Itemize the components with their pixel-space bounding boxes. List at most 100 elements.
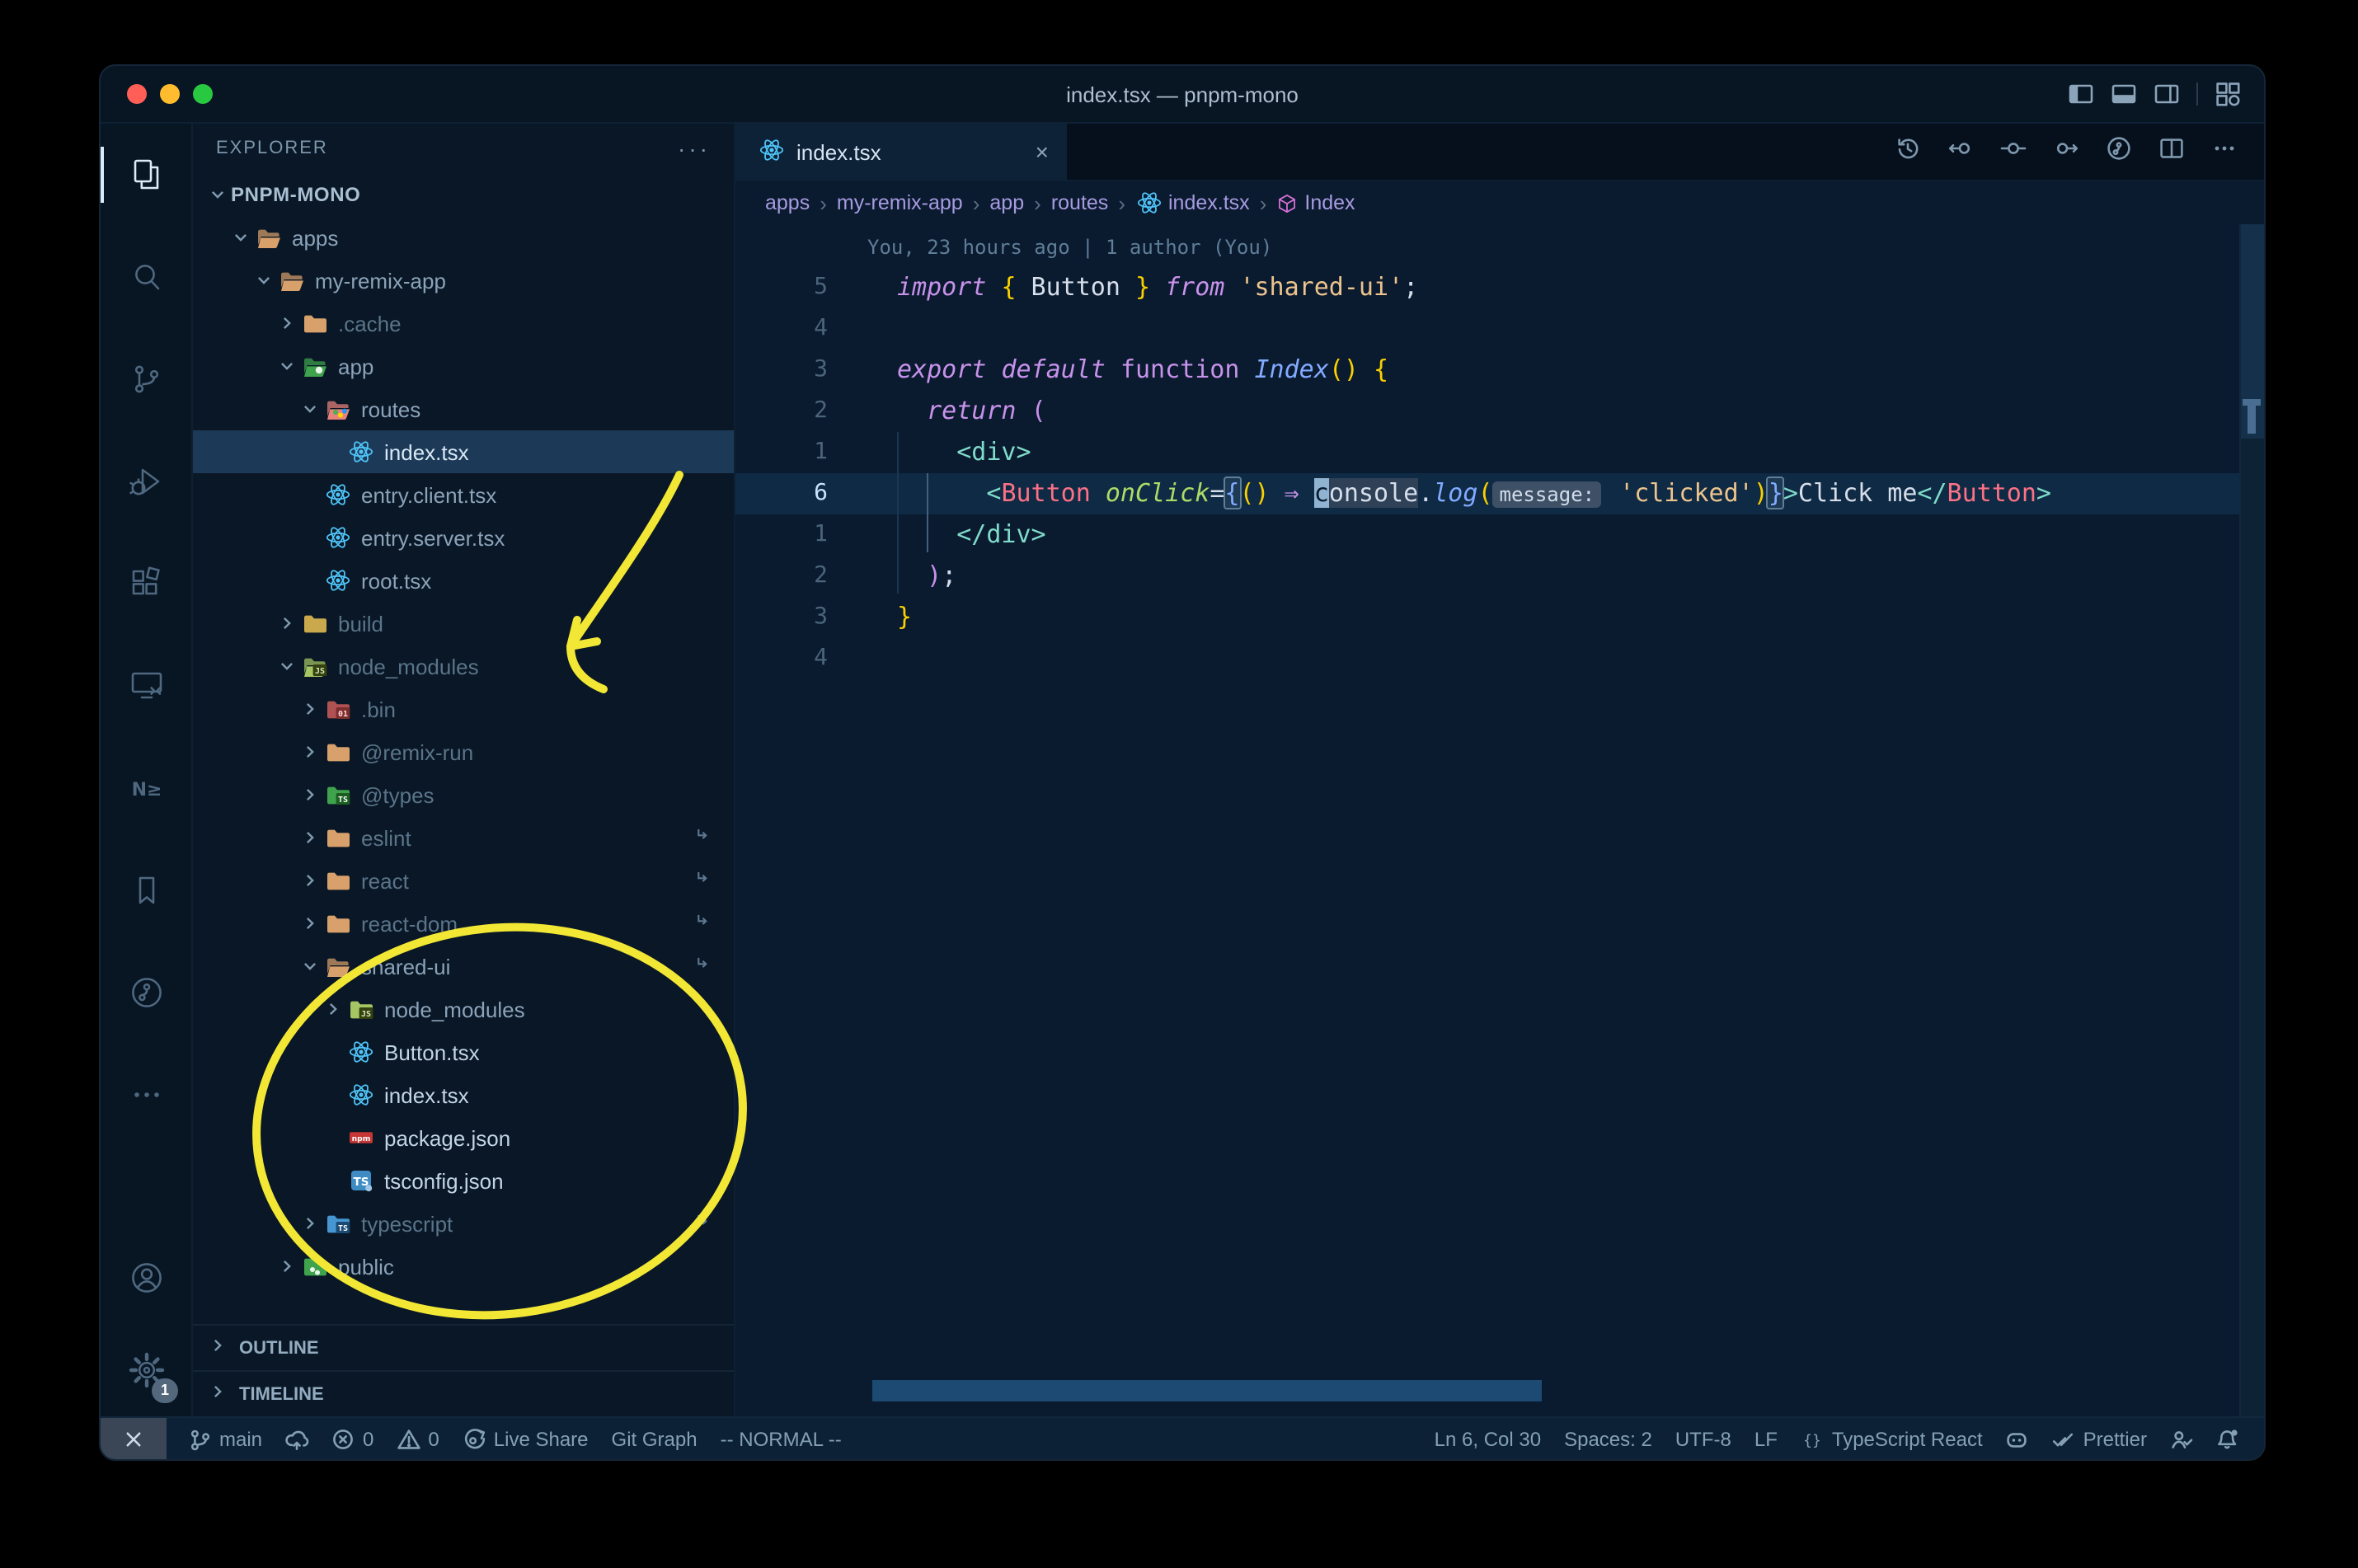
tree-item-root.tsx[interactable]: root.tsx	[193, 559, 734, 602]
tree-item-index.tsx[interactable]: index.tsx	[193, 430, 734, 473]
activity-explorer-icon[interactable]	[101, 124, 191, 226]
svg-text:{}: {}	[1803, 1431, 1821, 1448]
tree-item-my-remix-app[interactable]: my-remix-app	[193, 259, 734, 302]
line-number: 5	[814, 274, 828, 300]
code-line[interactable]: 1 <div>	[735, 432, 2264, 473]
next-change-icon[interactable]	[2053, 134, 2079, 169]
status-lf[interactable]: LF	[1743, 1418, 1789, 1459]
close-tab-icon[interactable]: ×	[1036, 138, 1049, 165]
git-graph-circle-icon[interactable]	[2106, 134, 2132, 169]
tree-item-.bin[interactable]: 01 .bin	[193, 688, 734, 730]
code-line[interactable]: 2 );	[735, 556, 2264, 597]
folder-icon	[323, 739, 351, 765]
activity-bookmarks-icon[interactable]	[101, 839, 191, 941]
activity-search-icon[interactable]	[101, 226, 191, 328]
code-line[interactable]: 3 export default function Index() {	[735, 350, 2264, 391]
tree-item-app[interactable]: app	[193, 345, 734, 387]
tree-item-PNPM-MONO[interactable]: PNPM-MONO	[193, 173, 734, 216]
tree-item-node_modules[interactable]: JS node_modules	[193, 645, 734, 688]
status-git-graph[interactable]: Git Graph	[600, 1418, 709, 1459]
layout-grid-icon[interactable]	[2215, 81, 2241, 107]
activity-account-icon[interactable]	[101, 1232, 191, 1324]
tree-item-shared-ui[interactable]: shared-ui	[193, 945, 734, 988]
tree-item-@types[interactable]: TS @types	[193, 773, 734, 816]
code-line[interactable]: 5 import { Button } from 'shared-ui';	[735, 267, 2264, 308]
horizontal-scrollbar[interactable]	[872, 1380, 1542, 1401]
tree-item-node_modules[interactable]: JS node_modules	[193, 988, 734, 1030]
activity-source-control-icon[interactable]	[101, 328, 191, 430]
code-editor[interactable]: You, 23 hours ago | 1 author (You) 5 impo…	[735, 224, 2264, 1416]
brackets-icon: {}	[1801, 1427, 1824, 1450]
tree-item-label: routes	[361, 397, 421, 421]
timeline-section[interactable]: TIMELINE	[193, 1370, 734, 1416]
activity-extensions-icon[interactable]	[101, 533, 191, 635]
line-number: 2	[814, 562, 828, 589]
code-line-current[interactable]: 6 <Button onClick={() ⇒ console.log(mess…	[735, 473, 2264, 514]
status-prettier[interactable]: Prettier	[2041, 1418, 2158, 1459]
status-utf-8[interactable]: UTF-8	[1664, 1418, 1743, 1459]
status-0[interactable]: 0	[320, 1418, 385, 1459]
tab-index-tsx[interactable]: index.tsx ×	[735, 124, 1067, 180]
layout-sidebar-right-icon[interactable]	[2154, 81, 2180, 107]
split-editor-icon[interactable]	[2158, 134, 2185, 169]
tree-item-react-dom[interactable]: react-dom	[193, 902, 734, 945]
explorer-more-actions-icon[interactable]: ···	[678, 135, 711, 162]
layout-panel-icon[interactable]	[2111, 81, 2137, 107]
folder-icon: JS	[346, 996, 374, 1022]
tree-item-@remix-run[interactable]: @remix-run	[193, 730, 734, 773]
status-remote[interactable]	[101, 1418, 167, 1459]
chevron-right-icon	[297, 826, 323, 849]
code-line[interactable]: 4	[735, 638, 2264, 679]
tree-item-.cache[interactable]: .cache	[193, 302, 734, 345]
tree-item-react[interactable]: react	[193, 859, 734, 902]
tree-item-routes[interactable]: routes	[193, 387, 734, 430]
status-0[interactable]: 0	[385, 1418, 450, 1459]
tree-item-typescript[interactable]: TS typescript	[193, 1202, 734, 1245]
breadcrumb-item-Index[interactable]: Index	[1276, 191, 1355, 214]
status-copilot[interactable]	[1994, 1418, 2041, 1459]
tree-item-index.tsx[interactable]: index.tsx	[193, 1073, 734, 1116]
tree-item-entry.client.tsx[interactable]: entry.client.tsx	[193, 473, 734, 516]
activity-settings-icon[interactable]: 1	[101, 1324, 191, 1416]
breadcrumb-item-app[interactable]: app	[989, 191, 1024, 214]
activity-more-icon[interactable]	[101, 1044, 191, 1146]
status-bell-dot[interactable]	[2205, 1418, 2251, 1459]
tree-item-entry.server.tsx[interactable]: entry.server.tsx	[193, 516, 734, 559]
activity-git-graph-icon[interactable]	[101, 941, 191, 1044]
tree-item-apps[interactable]: apps	[193, 216, 734, 259]
code-line[interactable]: 2 return (	[735, 391, 2264, 432]
code-line[interactable]: 1 </div>	[735, 514, 2264, 556]
tree-item-public[interactable]: public	[193, 1245, 734, 1288]
tree-item-Button.tsx[interactable]: Button.tsx	[193, 1030, 734, 1073]
activity-run-debug-icon[interactable]	[101, 430, 191, 533]
tree-item-build[interactable]: build	[193, 602, 734, 645]
status-cloud-upload[interactable]	[274, 1418, 320, 1459]
history-icon[interactable]	[1895, 134, 1921, 169]
breadcrumb-item-my-remix-app[interactable]: my-remix-app	[837, 191, 963, 214]
commit-icon[interactable]	[2000, 134, 2027, 169]
more-icon[interactable]	[2211, 134, 2238, 169]
code-line[interactable]: 4	[735, 308, 2264, 350]
prev-change-icon[interactable]	[1947, 134, 1974, 169]
status-person-check[interactable]	[2158, 1418, 2205, 1459]
status-main[interactable]: main	[176, 1418, 274, 1459]
breadcrumb-item-apps[interactable]: apps	[765, 191, 810, 214]
svg-text:JS: JS	[314, 667, 324, 676]
minimap[interactable]	[2239, 224, 2264, 1416]
status-typescript-react[interactable]: {} TypeScript React	[1789, 1418, 1994, 1459]
code-line[interactable]: 3}	[735, 597, 2264, 638]
outline-section[interactable]: OUTLINE	[193, 1324, 734, 1370]
tree-item-eslint[interactable]: eslint	[193, 816, 734, 859]
tree-item-package.json[interactable]: npm package.json	[193, 1116, 734, 1159]
status-spaces-2[interactable]: Spaces: 2	[1552, 1418, 1664, 1459]
layout-sidebar-left-icon[interactable]	[2068, 81, 2094, 107]
activity-nx-console-icon[interactable]: N≥	[101, 737, 191, 839]
status-ln-6-col-30[interactable]: Ln 6, Col 30	[1423, 1418, 1552, 1459]
breadcrumb-item-index.tsx[interactable]: index.tsx	[1135, 190, 1250, 216]
status-live-share[interactable]: Live Share	[451, 1418, 600, 1459]
line-number: 1	[814, 439, 828, 465]
breadcrumb-item-routes[interactable]: routes	[1051, 191, 1109, 214]
status-normal[interactable]: -- NORMAL --	[709, 1418, 853, 1459]
tree-item-tsconfig.json[interactable]: TS tsconfig.json	[193, 1159, 734, 1202]
activity-remote-explorer-icon[interactable]	[101, 635, 191, 737]
